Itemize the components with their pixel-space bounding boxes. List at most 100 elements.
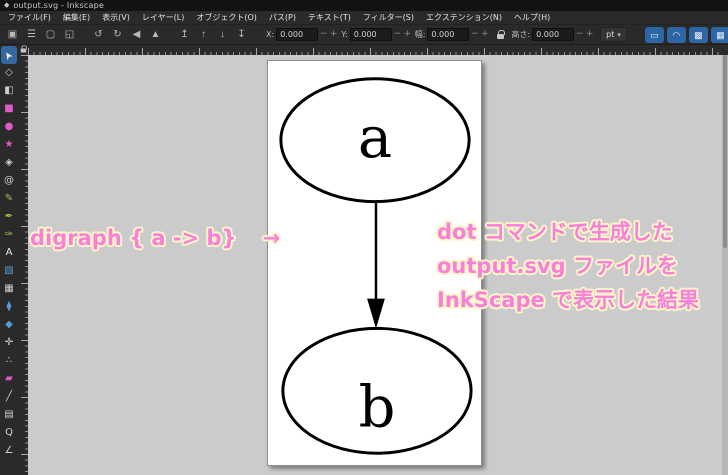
menu-item-8[interactable]: エクステンション(N) <box>420 10 508 25</box>
move-patterns-toggle[interactable]: ▦ <box>710 26 728 43</box>
tool-gradient-icon: ▧ <box>4 265 14 276</box>
tool-ellipse-icon: ● <box>4 121 14 132</box>
width-field-group: 幅: −+ <box>415 28 490 41</box>
tool-spiral[interactable]: @ <box>1 172 17 190</box>
menu-item-5[interactable]: パス(P) <box>263 10 302 25</box>
inkscape-logo-icon: ◆ <box>4 1 10 9</box>
transform-button-group: ↺ ↻ ◀ ▲ <box>90 27 164 43</box>
tool-3d-box[interactable]: ◈ <box>1 154 17 172</box>
x-field-decrement[interactable]: − <box>319 28 328 41</box>
tool-pages[interactable]: ▤ <box>1 406 17 424</box>
lower-to-bottom-button[interactable]: ↧ <box>233 27 250 43</box>
width-field-increment[interactable]: + <box>480 28 489 41</box>
move-gradients-toggle[interactable]: ▩ <box>688 26 708 43</box>
node-b-label[interactable]: b <box>359 373 396 440</box>
tool-bezier-pen-icon: ✒ <box>4 211 14 222</box>
tool-calligraphy[interactable]: ✑ <box>1 226 17 244</box>
horizontal-ruler[interactable] <box>28 45 722 55</box>
flip-horizontal-button[interactable]: ◀ <box>128 27 145 43</box>
height-field-decrement[interactable]: − <box>575 28 584 41</box>
affect-toggle-group: ▭ ◠ ▩ ▦ <box>644 26 728 43</box>
height-field-group: 高さ: −+ <box>511 28 594 41</box>
annotation-line-2: output.svg ファイルを <box>437 254 678 278</box>
raise-button[interactable]: ↑ <box>195 27 212 43</box>
guide-lock-button[interactable] <box>18 45 28 55</box>
tool-tweak[interactable]: ✛ <box>1 334 17 352</box>
tool-pencil[interactable]: ✎ <box>1 190 17 208</box>
right-arrow-icon: → <box>262 226 281 250</box>
canvas[interactable]: a b digraph { a -> b} → dot コマンドで生成した ou… <box>28 55 728 475</box>
tool-star[interactable]: ★ <box>1 136 17 154</box>
annotation-line-3: InkScape で表示した結果 <box>437 288 700 312</box>
y-field-increment[interactable]: + <box>403 28 412 41</box>
x-field-group: X: −+ <box>266 28 338 41</box>
tool-eraser-icon: ▰ <box>5 373 13 384</box>
width-field-decrement[interactable]: − <box>470 28 479 41</box>
tool-star-icon: ★ <box>4 139 14 150</box>
tool-gradient[interactable]: ▧ <box>1 262 17 280</box>
tool-node-editor[interactable]: ◇ <box>1 64 17 82</box>
tool-dropper[interactable]: ⧫ <box>1 298 17 316</box>
tool-pages-icon: ▤ <box>4 409 14 420</box>
menu-item-1[interactable]: 編集(E) <box>57 10 96 25</box>
tool-selector[interactable]: ➤ <box>1 46 17 64</box>
height-field-increment[interactable]: + <box>585 28 594 41</box>
selection-box-button[interactable]: ◱ <box>61 27 78 43</box>
height-field-label: 高さ: <box>511 30 531 39</box>
tool-mesh-gradient-icon: ▦ <box>4 283 14 294</box>
select-all-layers-button[interactable]: ☰ <box>23 27 40 43</box>
tool-spray[interactable]: ∴ <box>1 352 17 370</box>
lock-ratio-button[interactable] <box>493 28 507 42</box>
menu-item-6[interactable]: テキスト(T) <box>302 10 357 25</box>
scrollbar-thumb[interactable] <box>723 55 727 249</box>
scale-stroke-toggle[interactable]: ▭ <box>644 26 664 43</box>
select-all-button[interactable]: ▣ <box>4 27 21 43</box>
menu-item-3[interactable]: レイヤー(L) <box>136 10 190 25</box>
edge-arrowhead-icon[interactable] <box>367 298 385 329</box>
menu-item-2[interactable]: 表示(V) <box>96 10 136 25</box>
vertical-ruler[interactable] <box>18 55 28 475</box>
tool-pencil-icon: ✎ <box>4 193 14 204</box>
node-a-label[interactable]: a <box>358 104 392 171</box>
tool-zoom-icon: Q <box>5 427 13 438</box>
annotation-code-text: digraph { a -> b} <box>30 226 237 250</box>
tool-text[interactable]: A <box>1 244 17 262</box>
tool-spiral-icon: @ <box>4 175 14 186</box>
tool-rectangle[interactable]: ■ <box>1 100 17 118</box>
lower-button[interactable]: ↓ <box>214 27 231 43</box>
tool-bezier-pen[interactable]: ✒ <box>1 208 17 226</box>
x-field-increment[interactable]: + <box>329 28 338 41</box>
tool-dropper-icon: ⧫ <box>6 301 12 312</box>
y-field[interactable] <box>349 28 392 41</box>
vertical-scrollbar[interactable] <box>722 55 728 475</box>
tool-ellipse[interactable]: ● <box>1 118 17 136</box>
menu-item-9[interactable]: ヘルプ(H) <box>508 10 556 25</box>
width-field[interactable] <box>427 28 470 41</box>
tool-node-editor-icon: ◇ <box>5 67 13 78</box>
menu-item-7[interactable]: フィルター(S) <box>357 10 420 25</box>
menu-item-0[interactable]: ファイル(F) <box>2 10 57 25</box>
tool-connector[interactable]: ╱ <box>1 388 17 406</box>
tool-shape-builder[interactable]: ◧ <box>1 82 17 100</box>
tool-mesh-gradient[interactable]: ▦ <box>1 280 17 298</box>
rotate-cw-button[interactable]: ↻ <box>109 27 126 43</box>
ruler-major-ticks <box>28 48 722 55</box>
deselect-button[interactable]: ▢ <box>42 27 59 43</box>
x-field[interactable] <box>276 28 319 41</box>
rotate-ccw-button[interactable]: ↺ <box>90 27 107 43</box>
window-title: output.svg - Inkscape <box>13 0 105 10</box>
tool-measure[interactable]: ∠ <box>1 442 17 460</box>
tool-zoom[interactable]: Q <box>1 424 17 442</box>
unit-dropdown[interactable]: pt ▾ <box>600 27 627 42</box>
tool-rectangle-icon: ■ <box>4 103 14 114</box>
y-field-decrement[interactable]: − <box>393 28 402 41</box>
tool-paint-bucket[interactable]: ◆ <box>1 316 17 334</box>
menu-item-4[interactable]: オブジェクト(O) <box>190 10 263 25</box>
height-field[interactable] <box>532 28 575 41</box>
tool-eraser[interactable]: ▰ <box>1 370 17 388</box>
flip-vertical-button[interactable]: ▲ <box>147 27 164 43</box>
tool-3d-box-icon: ◈ <box>5 157 13 168</box>
scale-corners-toggle[interactable]: ◠ <box>666 26 686 43</box>
lock-icon <box>496 29 505 39</box>
raise-to-top-button[interactable]: ↥ <box>176 27 193 43</box>
